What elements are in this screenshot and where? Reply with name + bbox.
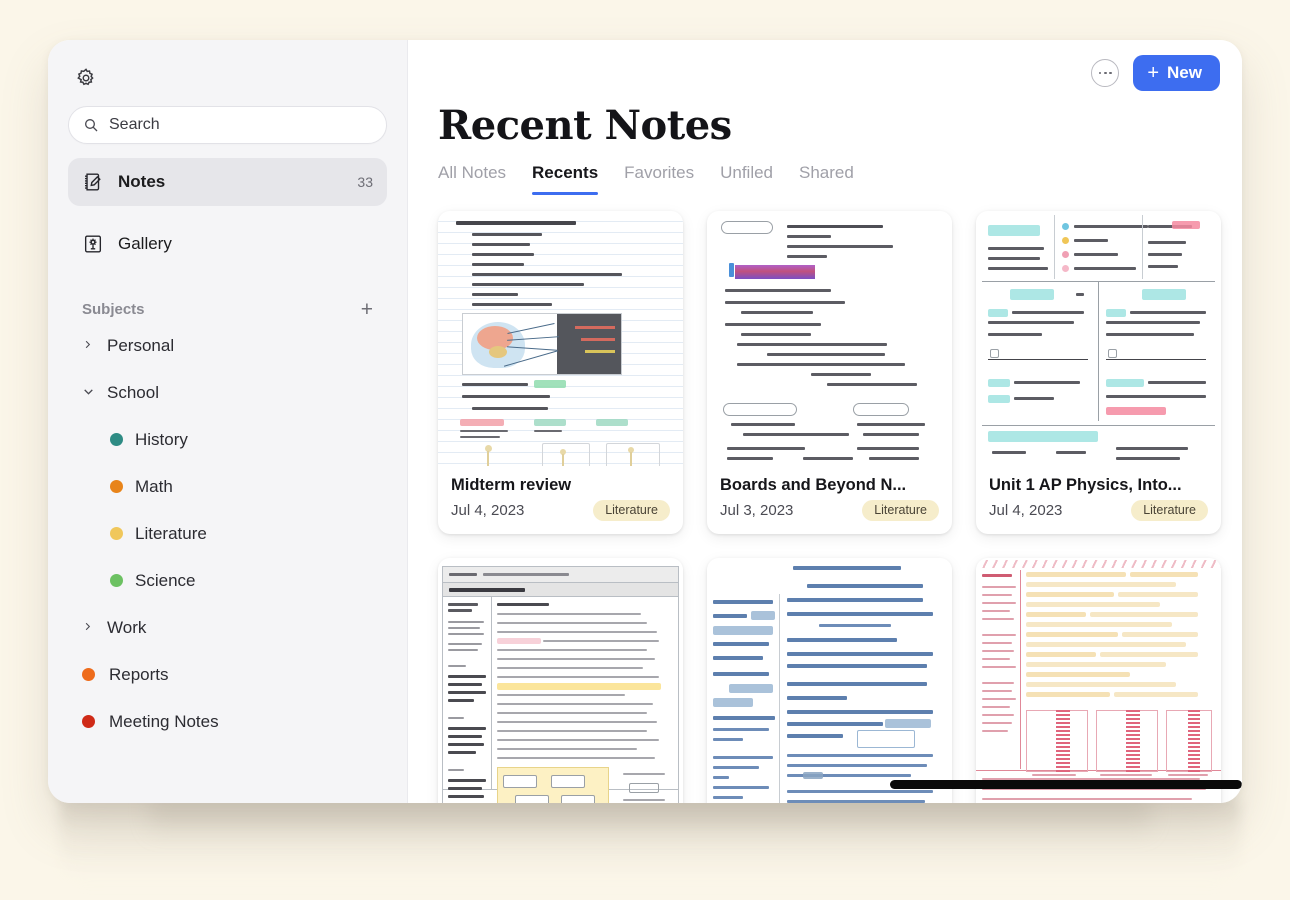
note-card-date: Jul 3, 2023 <box>720 501 794 519</box>
more-options-icon[interactable] <box>1091 59 1120 87</box>
subjects-header: Subjects + <box>68 296 387 322</box>
note-card-tag: Literature <box>593 500 670 521</box>
sidebar-tag-meeting-notes[interactable]: Meeting Notes <box>68 698 387 745</box>
note-card[interactable]: Unit 1 AP Physics, Into... Jul 4, 2023 L… <box>976 211 1221 534</box>
horizontal-scrollbar[interactable] <box>890 780 1242 789</box>
add-subject-button[interactable]: + <box>361 299 373 320</box>
note-card-title: Midterm review <box>451 476 572 494</box>
sidebar-folder-personal[interactable]: Personal <box>68 322 387 369</box>
note-thumbnail-midterm-review <box>438 211 683 466</box>
chevron-down-icon <box>82 385 95 401</box>
tab-unfiled[interactable]: Unfiled <box>720 163 773 195</box>
note-card-tag: Literature <box>862 500 939 521</box>
sidebar-subject-math[interactable]: Math <box>68 463 387 510</box>
note-card-meta: Boards and Beyond N... Jul 3, 2023 Liter… <box>707 466 952 534</box>
note-card-date: Jul 4, 2023 <box>451 501 525 519</box>
note-card[interactable]: Midterm review Jul 4, 2023 Literature <box>438 211 683 534</box>
tab-bar: All Notes Recents Favorites Unfiled Shar… <box>438 163 1220 195</box>
search-placeholder: Search <box>109 116 160 133</box>
note-thumbnail-boards-and-beyond <box>707 211 952 466</box>
app-window: Search Notes 33 Gallery Subjects + Perso… <box>48 40 1242 803</box>
sidebar-subject-science[interactable]: Science <box>68 557 387 604</box>
sidebar-item-gallery[interactable]: Gallery <box>68 220 387 268</box>
sidebar-folder-label: School <box>107 382 159 402</box>
tab-recents[interactable]: Recents <box>532 163 599 195</box>
sidebar-item-label: Notes <box>118 172 166 191</box>
tab-favorites[interactable]: Favorites <box>624 163 694 195</box>
note-card[interactable] <box>438 557 683 803</box>
search-input[interactable]: Search <box>68 106 387 144</box>
sidebar-subject-label: Science <box>135 570 196 590</box>
note-thumbnail-cornell-science <box>438 557 683 803</box>
sidebar-subject-label: History <box>135 429 188 449</box>
plus-icon: + <box>1147 62 1160 84</box>
note-card[interactable] <box>707 557 952 803</box>
note-card-meta: Unit 1 AP Physics, Into... Jul 4, 2023 L… <box>976 466 1221 534</box>
sidebar-folder-work[interactable]: Work <box>68 604 387 651</box>
note-card[interactable] <box>976 557 1221 803</box>
sidebar-tag-label: Reports <box>109 664 169 684</box>
tag-color-dot <box>82 668 95 681</box>
subject-color-dot <box>110 433 123 446</box>
sidebar-subject-label: Math <box>135 476 173 496</box>
sidebar-header <box>68 54 387 102</box>
sidebar: Search Notes 33 Gallery Subjects + Perso… <box>48 40 408 803</box>
subjects-title: Subjects <box>82 300 145 318</box>
main-content: + New Recent Notes All Notes Recents Fav… <box>408 40 1242 803</box>
chevron-right-icon <box>82 620 95 635</box>
subject-color-dot <box>110 527 123 540</box>
tab-shared[interactable]: Shared <box>799 163 854 195</box>
note-card-title: Unit 1 AP Physics, Into... <box>989 476 1182 494</box>
tag-color-dot <box>82 715 95 728</box>
window-shadow <box>150 798 1150 838</box>
page-title: Recent Notes <box>438 102 732 149</box>
sidebar-folder-label: Personal <box>107 335 175 355</box>
notes-grid: Midterm review Jul 4, 2023 Literature Bo… <box>438 211 1221 803</box>
subject-color-dot <box>110 574 123 587</box>
note-card-meta: Midterm review Jul 4, 2023 Literature <box>438 466 683 534</box>
notebook-pencil-icon <box>85 173 101 191</box>
main-toolbar: + New <box>430 40 1220 96</box>
tab-all-notes[interactable]: All Notes <box>438 163 506 195</box>
sidebar-tag-reports[interactable]: Reports <box>68 651 387 698</box>
subject-color-dot <box>110 480 123 493</box>
note-thumbnail-ap-physics <box>976 211 1221 466</box>
sidebar-folder-label: Work <box>107 617 147 637</box>
notes-count-badge: 33 <box>357 174 373 190</box>
sidebar-folder-school[interactable]: School <box>68 369 387 416</box>
gear-icon[interactable] <box>72 64 100 92</box>
note-card[interactable]: Boards and Beyond N... Jul 3, 2023 Liter… <box>707 211 952 534</box>
new-note-label: New <box>1167 63 1202 82</box>
picture-frame-flower-icon <box>84 235 102 253</box>
note-thumbnail-russian-revolution <box>707 557 952 803</box>
sidebar-item-notes[interactable]: Notes 33 <box>68 158 387 206</box>
note-card-title: Boards and Beyond N... <box>720 476 907 494</box>
sidebar-item-label: Gallery <box>118 234 172 253</box>
note-card-tag: Literature <box>1131 500 1208 521</box>
note-card-date: Jul 4, 2023 <box>989 501 1063 519</box>
window-reflection <box>60 800 1240 890</box>
sidebar-subject-label: Literature <box>135 523 207 543</box>
sidebar-subject-literature[interactable]: Literature <box>68 510 387 557</box>
note-thumbnail-membrane-notes <box>976 557 1221 803</box>
new-note-button[interactable]: + New <box>1133 55 1220 91</box>
sidebar-tag-label: Meeting Notes <box>109 711 219 731</box>
sidebar-subject-history[interactable]: History <box>68 416 387 463</box>
search-icon <box>85 119 98 132</box>
chevron-right-icon <box>82 338 95 353</box>
